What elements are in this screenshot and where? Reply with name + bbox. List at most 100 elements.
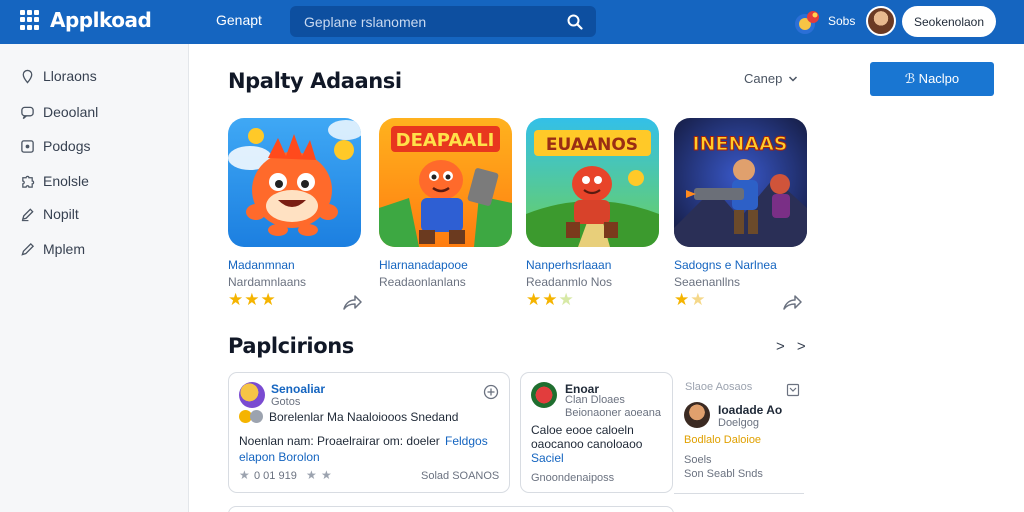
search-input[interactable] [304, 13, 566, 30]
search-icon[interactable] [566, 13, 584, 31]
user-avatar[interactable] [866, 6, 896, 36]
review-footer-top: Soels [684, 454, 712, 466]
star-rating: ★ ★ [674, 291, 706, 309]
star-icon: ★ [690, 290, 706, 309]
app-card[interactable]: EUAANOS Nanperhsrlaaan Readanmlo Nos ★ ★… [526, 118, 666, 309]
app-icon-image[interactable]: DEAPAALI [379, 118, 512, 247]
app-icon-title: EUAANOS [546, 135, 638, 155]
reviewer-name[interactable]: Ioadade Ao [718, 403, 782, 417]
app-developer: Readanmlo Nos [526, 275, 613, 289]
app-developer: Readaonlanlans [379, 275, 466, 289]
star-icon: ★ [260, 290, 276, 309]
review-text-line: Borelenlar Ma Naaloiooos Snedand [269, 410, 459, 424]
review-card-partial[interactable] [228, 506, 674, 512]
star-icon: ★ [321, 468, 332, 482]
app-logo[interactable]: Applkoad [20, 8, 152, 32]
primary-action-button[interactable]: ℬ Naclpo [870, 62, 994, 96]
sidebar-item-mplem[interactable]: Mplem [20, 241, 85, 257]
section-title-featured: Npalty Adaansi [228, 69, 402, 93]
reaction-icons [239, 410, 265, 423]
star-icon: ★ [244, 290, 260, 309]
star-rating: ★ ★ ★ [228, 291, 276, 309]
review-footer-left: Son Seabl Snds [684, 468, 763, 480]
pencil-icon [21, 242, 35, 256]
star-icon: ★ [228, 290, 244, 309]
review-text-line[interactable]: elapon Borolon [239, 450, 320, 464]
review-text-line: Bodlalo Daloioe [684, 434, 762, 446]
sidebar-item-label: Lloraons [43, 68, 97, 84]
review-card[interactable]: Slaoe Aosaos Ioadade Ao Doelgog Bodlalo … [674, 372, 804, 493]
review-footer-left: 0 01 919 [254, 470, 297, 482]
review-footer-left: Gnoondenaiposs [531, 472, 615, 484]
review-link[interactable]: Saciel [531, 451, 564, 465]
sidebar-item-enolsle[interactable]: Enolsle [20, 173, 89, 189]
share-icon[interactable] [782, 293, 802, 311]
app-name[interactable]: Madanmnan [228, 258, 295, 272]
bookmark-icon[interactable] [786, 383, 800, 397]
app-name[interactable]: Hlarnanadapooe [379, 258, 468, 272]
avatar [684, 402, 710, 428]
sidebar-item-podogs[interactable]: Podogs [20, 138, 90, 154]
star-icon: ★ [239, 468, 250, 482]
reviewer-name[interactable]: Senoaliar [271, 382, 325, 396]
review-meta: Gotos [271, 396, 301, 408]
sign-in-button[interactable]: Seokenolaon [902, 6, 996, 37]
app-card[interactable]: INENAAS Sadogns e Narlnea Seaenanllns ★ … [674, 118, 814, 310]
nav-link-genapt[interactable]: Genapt [216, 12, 262, 28]
app-developer: Seaenanllns [674, 275, 741, 289]
sidebar-item-deoolanl[interactable]: Deoolanl [20, 104, 98, 120]
more-arrows[interactable]: > > [776, 338, 810, 355]
puzzle-icon [22, 175, 35, 188]
star-icon: ★ [542, 290, 558, 309]
review-text-line: oaocanoo canoloaoo [531, 437, 643, 451]
review-link[interactable]: Feldgos [445, 434, 488, 448]
review-text-line: Caloe eooe caloeln [531, 423, 634, 437]
sidebar-item-label: Deoolanl [43, 104, 99, 120]
app-icon-image[interactable] [228, 118, 361, 247]
sort-dropdown-label: Canep [744, 71, 783, 86]
chat-bubble-icon [21, 106, 34, 119]
app-name[interactable]: Nanperhsrlaaan [526, 258, 611, 272]
sort-dropdown[interactable]: Canep [744, 71, 798, 86]
star-icon: ★ [526, 290, 542, 309]
star-icon: ★ [558, 290, 574, 309]
top-header: Applkoad Genapt Sobs Seokenolaon [0, 0, 1024, 44]
star-rating: ★ ★ ★ [526, 291, 574, 309]
logo-text: Applkoad [50, 8, 152, 32]
app-card[interactable]: Madanmnan Nardamnlaans ★ ★ ★ [228, 118, 368, 310]
review-meta-top: Slaoe Aosaos [685, 381, 753, 393]
app-card[interactable]: DEAPAALI Hlarnanadapooe Readaonlanlans [379, 118, 519, 289]
game-badge-icon[interactable] [793, 7, 823, 37]
sidebar-item-lloraons[interactable]: Lloraons [20, 68, 97, 84]
star-icon: ★ [306, 468, 317, 482]
sidebar-item-label: Enolsle [43, 173, 89, 189]
review-meta: Doelgog [718, 417, 759, 429]
pen-icon [21, 207, 34, 221]
app-icon-image[interactable]: EUAANOS [526, 118, 659, 247]
sidebar: Lloraons Deoolanl Podogs Enolsle Nopilt … [0, 44, 189, 512]
app-icon-title: INENAAS [693, 133, 788, 155]
app-icon-image[interactable]: INENAAS [674, 118, 807, 247]
app-developer: Nardamnlaans [228, 275, 307, 289]
review-card[interactable]: Senoaliar Gotos Borelenlar Ma Naaloiooos… [228, 372, 510, 493]
sidebar-item-nopilt[interactable]: Nopilt [20, 206, 79, 222]
header-badge-label: Sobs [828, 14, 856, 28]
sidebar-item-label: Podogs [43, 138, 91, 154]
review-text-line: Noenlan nam: Proaelrairar om: doeler [239, 434, 440, 448]
section-title-reviews: Paplcirions [228, 334, 354, 358]
location-pin-icon [22, 69, 33, 84]
review-text-line: Beionaoner aoeana [565, 407, 662, 419]
search-bar [290, 6, 596, 37]
share-icon[interactable] [342, 293, 362, 311]
sidebar-item-label: Nopilt [43, 206, 79, 222]
sidebar-item-label: Mplem [43, 241, 86, 257]
star-icon: ★ [674, 290, 690, 309]
app-name[interactable]: Sadogns e Narlnea [674, 258, 777, 272]
review-card[interactable]: Enoar Clan Dloaes Beionaoner aoeana Calo… [520, 372, 673, 493]
app-icon-title: DEAPAALI [396, 130, 495, 151]
avatar [531, 382, 557, 408]
add-circle-icon[interactable] [483, 384, 499, 400]
podcast-square-icon [21, 139, 34, 153]
chevron-down-icon [789, 75, 798, 82]
divider [674, 493, 804, 494]
